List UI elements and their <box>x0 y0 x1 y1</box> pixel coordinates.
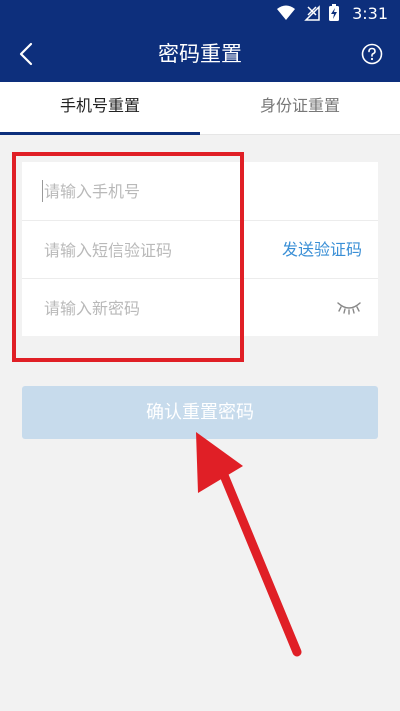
active-tab-indicator <box>0 132 200 135</box>
wifi-icon <box>277 5 296 20</box>
help-button[interactable] <box>352 34 392 74</box>
app-header: 密码重置 <box>0 26 400 82</box>
tab-id-card-reset[interactable]: 身份证重置 <box>200 82 400 134</box>
annotation-highlight-box <box>12 152 244 362</box>
page-title: 密码重置 <box>158 42 242 66</box>
eye-closed-icon <box>337 302 361 315</box>
status-bar: 3:31 <box>0 0 400 26</box>
battery-charging-icon <box>329 4 340 21</box>
password-visibility-toggle[interactable] <box>334 293 364 321</box>
confirm-reset-button[interactable]: 确认重置密码 <box>22 386 378 439</box>
send-code-button[interactable]: 发送验证码 <box>282 221 362 278</box>
status-time: 3:31 <box>352 3 388 23</box>
help-circle-icon <box>361 43 383 65</box>
status-icons: 3:31 <box>276 0 388 26</box>
tab-bar: 手机号重置 身份证重置 <box>0 82 400 135</box>
tab-phone-reset[interactable]: 手机号重置 <box>0 82 200 134</box>
signal-icon <box>304 5 320 21</box>
